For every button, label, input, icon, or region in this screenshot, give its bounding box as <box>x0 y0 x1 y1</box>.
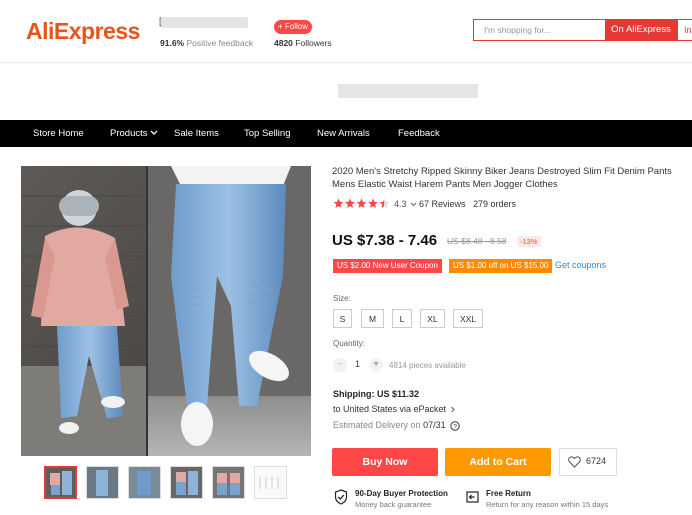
product-photo <box>21 166 311 456</box>
size-option-xl[interactable]: XL <box>420 309 445 328</box>
shipping-cost: Shipping: US $11.32 <box>333 389 419 399</box>
nav-products-label: Products <box>110 128 148 139</box>
shield-check-icon <box>334 489 348 505</box>
price-range: US $7.38 - 7.46 <box>332 232 438 249</box>
heart-icon <box>568 456 581 468</box>
reviews-link[interactable]: 67 Reviews <box>419 199 466 209</box>
thumbnail-1[interactable] <box>44 466 77 499</box>
thumbnail-2[interactable] <box>86 466 119 499</box>
thumbnail-4[interactable] <box>170 466 203 499</box>
nav-store-home[interactable]: Store Home <box>33 120 84 147</box>
store-coupon[interactable]: US $1.00 off on US $15.00 <box>449 259 553 273</box>
size-option-s[interactable]: S <box>333 309 352 328</box>
aliexpress-logo[interactable]: AliExpress <box>26 18 140 45</box>
thumbnail-image <box>46 468 75 497</box>
followers-value: 4820 <box>274 38 293 48</box>
shipping-destination[interactable]: to United States via ePacket <box>333 404 456 414</box>
follow-button[interactable]: + Follow <box>274 20 312 34</box>
rating-text: 4.3 <box>394 199 407 209</box>
star-rating-icon <box>333 198 390 208</box>
main-product-image[interactable] <box>21 166 311 456</box>
search-on-aliexpress-button[interactable]: On AliExpress <box>605 19 677 41</box>
pieces-available: 4814 pieces available <box>389 361 466 370</box>
original-price: US $8.48 - 8.58 <box>447 236 507 246</box>
header-divider <box>0 62 692 63</box>
store-name-initial: [ <box>159 16 162 26</box>
orders-count: 279 orders <box>473 199 517 209</box>
quantity-label: Quantity: <box>333 339 366 348</box>
store-name-redacted[interactable] <box>160 17 248 28</box>
nav-sale-items[interactable]: Sale Items <box>174 120 219 147</box>
thumbnail-5[interactable] <box>212 466 245 499</box>
discount-badge: -13% <box>517 236 541 247</box>
store-banner-redacted <box>338 84 478 98</box>
chevron-down-icon <box>150 131 157 136</box>
get-coupons-link[interactable]: Get coupons <box>555 260 606 270</box>
buy-now-button[interactable]: Buy Now <box>332 448 438 476</box>
rating-value: 4.3 <box>394 199 417 209</box>
thumbnail-image <box>129 467 160 498</box>
free-return-subtitle: Return for any reason within 15 days <box>486 500 609 509</box>
estimated-delivery: Estimated Delivery on 07/31 ? <box>333 420 460 431</box>
positive-feedback: 91.6% Positive feedback <box>160 38 253 48</box>
delivery-label: Estimated Delivery on <box>333 420 421 430</box>
thumbnail-image <box>255 467 286 498</box>
product-title: 2020 Men's Stretchy Ripped Skinny Biker … <box>332 166 672 190</box>
wishlist-count: 6724 <box>586 456 607 466</box>
search-in-store-button[interactable]: In <box>677 19 692 41</box>
chevron-down-icon[interactable] <box>410 202 417 207</box>
delivery-date: 07/31 <box>423 420 446 430</box>
new-user-coupon[interactable]: US $2.00 New User Coupon <box>333 259 442 273</box>
buyer-protection-subtitle: Money back guarantee <box>355 500 432 509</box>
search-input[interactable]: I'm shopping for... <box>473 19 605 41</box>
buyer-protection-title: 90-Day Buyer Protection <box>355 489 448 498</box>
size-label: Size: <box>333 294 351 303</box>
feedback-label: Positive feedback <box>186 38 254 48</box>
free-return-title: Free Return <box>486 489 531 498</box>
chevron-right-icon <box>451 406 455 413</box>
size-option-xxl[interactable]: XXL <box>453 309 483 328</box>
thumbnail-6[interactable] <box>254 466 287 499</box>
nav-new-arrivals[interactable]: New Arrivals <box>317 120 370 147</box>
rating-stars <box>333 198 391 212</box>
size-option-m[interactable]: M <box>361 309 384 328</box>
add-to-cart-button[interactable]: Add to Cart <box>445 448 551 476</box>
return-icon <box>466 491 479 503</box>
thumbnail-3[interactable] <box>128 466 161 499</box>
nav-products[interactable]: Products <box>110 120 158 147</box>
quantity-increase-button[interactable]: + <box>369 358 383 372</box>
shipping-destination-text: to United States via ePacket <box>333 404 447 414</box>
thumbnail-image <box>213 467 244 498</box>
nav-feedback[interactable]: Feedback <box>398 120 440 147</box>
shipping-price: US $11.32 <box>377 389 420 399</box>
size-option-l[interactable]: L <box>392 309 412 328</box>
nav-top-selling[interactable]: Top Selling <box>244 120 290 147</box>
followers-count: 4820 Followers <box>274 38 332 48</box>
thumbnail-image <box>87 467 118 498</box>
quantity-value[interactable]: 1 <box>355 359 360 369</box>
svg-text:?: ? <box>453 423 457 430</box>
feedback-value: 91.6% <box>160 38 185 48</box>
thumbnail-image <box>171 467 202 498</box>
question-circle-icon[interactable]: ? <box>450 420 460 431</box>
shipping-label: Shipping: <box>333 389 375 399</box>
quantity-decrease-button[interactable]: − <box>333 358 347 372</box>
followers-label: Followers <box>295 38 332 48</box>
